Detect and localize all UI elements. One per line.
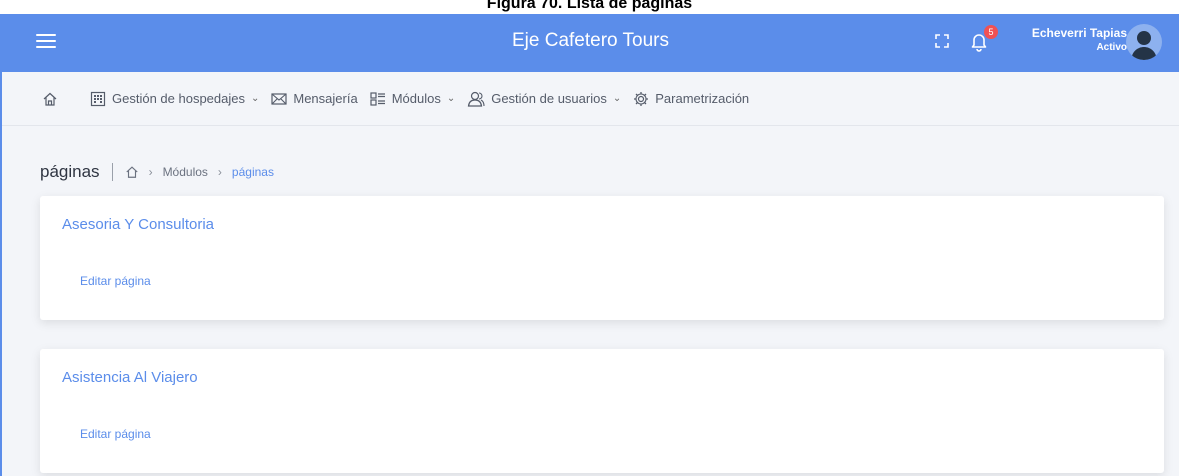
nav-label: Gestión de usuarios	[491, 91, 607, 106]
user-status: Activo	[1096, 42, 1127, 53]
gear-icon	[634, 91, 649, 106]
chevron-down-icon: ⌄	[612, 93, 622, 104]
breadcrumb-arrow-icon: ›	[148, 165, 153, 179]
building-icon	[90, 91, 106, 106]
edit-page-link[interactable]: Editar página	[80, 274, 151, 288]
breadcrumb-divider	[111, 163, 113, 181]
main-nav: Gestión de hospedajes ⌄ Mensajería Módul…	[2, 72, 1179, 126]
breadcrumb-home-icon[interactable]	[125, 165, 139, 179]
nav-home[interactable]	[42, 91, 64, 107]
page-card: Asistencia Al Viajero Editar página	[40, 349, 1164, 473]
fullscreen-icon[interactable]	[934, 33, 950, 49]
user-name: Echeverri Tapias	[1031, 26, 1127, 40]
nav-label: Gestión de hospedajes	[112, 91, 245, 106]
nav-gestion-usuarios[interactable]: Gestión de usuarios ⌄	[467, 91, 621, 107]
card-title[interactable]: Asesoria Y Consultoria	[62, 216, 214, 233]
breadcrumb-current: páginas	[231, 165, 274, 179]
avatar[interactable]	[1126, 24, 1162, 60]
home-icon	[43, 92, 57, 106]
nav-modulos[interactable]: Módulos ⌄	[370, 91, 456, 106]
nav-label: Parametrización	[655, 91, 750, 106]
nav-parametrizacion[interactable]: Parametrización	[633, 91, 749, 107]
nav-label: Mensajería	[293, 91, 358, 106]
chevron-down-icon: ⌄	[250, 93, 260, 104]
nav-gestion-hospedajes[interactable]: Gestión de hospedajes ⌄	[90, 91, 259, 107]
app-title: Eje Cafetero Tours	[511, 30, 669, 51]
breadcrumb-arrow-icon: ›	[217, 165, 222, 179]
breadcrumb: páginas › Módulos › páginas	[40, 162, 274, 182]
app-window: Eje Cafetero Tours 5 Echeverri Tapias Ac…	[0, 14, 1179, 476]
nav-mensajeria[interactable]: Mensajería	[271, 91, 358, 106]
edit-page-link[interactable]: Editar página	[80, 427, 151, 441]
top-bar: Eje Cafetero Tours 5 Echeverri Tapias Ac…	[2, 14, 1179, 72]
page-card: Asesoria Y Consultoria Editar página	[40, 196, 1164, 320]
breadcrumb-modulos[interactable]: Módulos	[163, 165, 208, 179]
modules-icon	[370, 91, 385, 106]
notification-badge: 5	[984, 25, 998, 39]
figure-caption: Figura 70. Lista de páginas	[486, 0, 693, 12]
nav-label: Módulos	[391, 91, 441, 106]
hamburger-menu-icon[interactable]	[36, 34, 56, 52]
chevron-down-icon: ⌄	[446, 93, 456, 104]
card-title[interactable]: Asistencia Al Viajero	[62, 369, 198, 386]
envelope-icon	[271, 92, 287, 105]
users-icon	[468, 91, 485, 107]
page-title: páginas	[40, 162, 100, 181]
user-silhouette-icon	[1131, 31, 1157, 60]
